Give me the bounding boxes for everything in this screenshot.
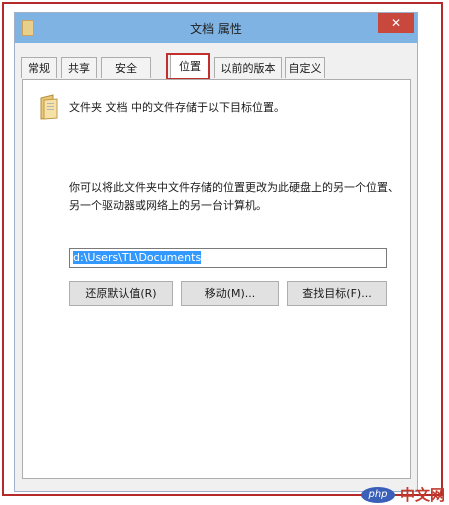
path-input[interactable]: d:\Users\TL\Documents [69, 248, 387, 268]
location-description: 你可以将此文件夹中文件存储的位置更改为此硬盘上的另一个位置、另一个驱动器或网络上… [69, 181, 399, 212]
watermark-logo: php [361, 487, 395, 503]
move-button[interactable]: 移动(M)... [181, 281, 279, 306]
properties-window: 文档 属性 ✕ 常规 共享 安全 位置 以前的版本 自定义 文件夹 文档 中的文… [14, 12, 418, 492]
path-input-value: d:\Users\TL\Documents [73, 251, 202, 264]
title-bar[interactable]: 文档 属性 ✕ [15, 13, 417, 43]
restore-default-button[interactable]: 还原默认值(R) [69, 281, 173, 306]
tab-customize[interactable]: 自定义 [285, 57, 325, 78]
tab-highlight-box [166, 53, 210, 80]
window-title: 文档 属性 [190, 22, 242, 36]
close-button[interactable]: ✕ [378, 13, 414, 33]
documents-folder-icon [40, 94, 58, 120]
find-target-button[interactable]: 查找目标(F)... [287, 281, 387, 306]
tab-general[interactable]: 常规 [21, 57, 57, 78]
tab-sharing[interactable]: 共享 [61, 57, 97, 78]
tab-previous-versions[interactable]: 以前的版本 [214, 57, 282, 78]
location-info-text: 文件夹 文档 中的文件存储于以下目标位置。 [69, 101, 285, 114]
tab-security[interactable]: 安全 [101, 57, 151, 78]
location-panel: 文件夹 文档 中的文件存储于以下目标位置。 你可以将此文件夹中文件存储的位置更改… [22, 79, 411, 479]
watermark-text: 中文网 [399, 486, 445, 504]
